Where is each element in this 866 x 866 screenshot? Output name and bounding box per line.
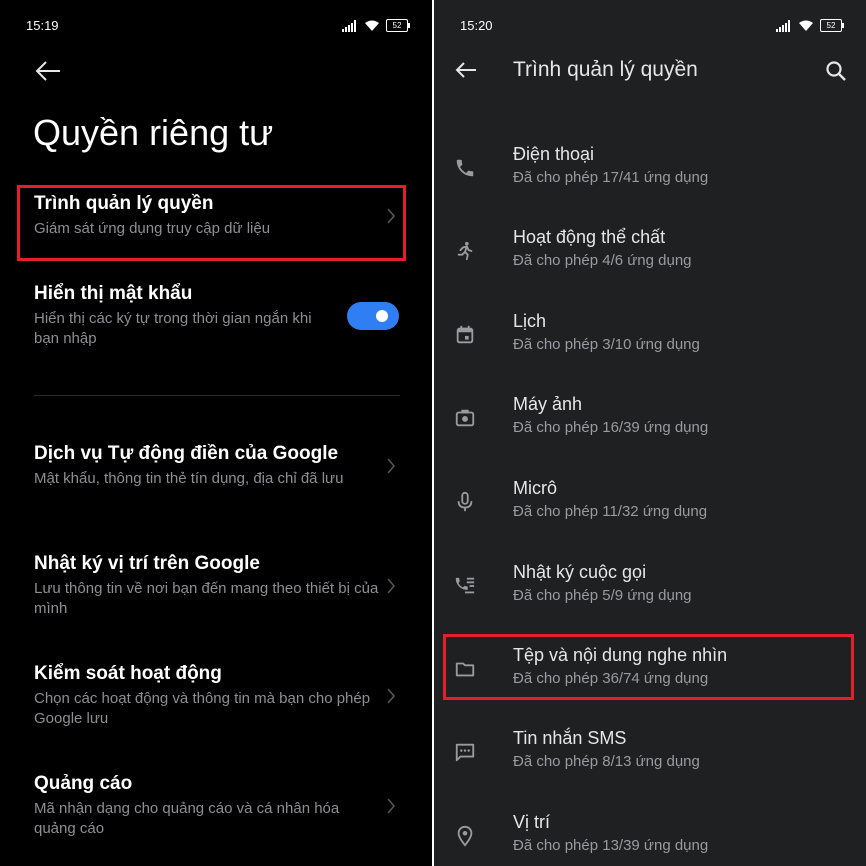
permission-phone[interactable]: Điện thoại Đã cho phép 17/41 ứng dụng bbox=[434, 143, 866, 203]
permission-call-log[interactable]: Nhật ký cuộc gọi Đã cho phép 5/9 ứng dụn… bbox=[434, 561, 866, 621]
permission-physical-activity[interactable]: Hoạt động thể chất Đã cho phép 4/6 ứng d… bbox=[434, 226, 866, 286]
battery-icon: 52 bbox=[386, 19, 410, 32]
google-autofill-item[interactable]: Dịch vụ Tự động điền của Google Mật khẩu… bbox=[34, 442, 414, 489]
permission-title: Máy ảnh bbox=[513, 394, 583, 414]
microphone-icon bbox=[457, 491, 473, 512]
item-subtitle: Chọn các hoạt động và thông tin mà bạn c… bbox=[34, 690, 371, 727]
search-button[interactable] bbox=[825, 60, 847, 82]
location-pin-icon bbox=[457, 825, 473, 847]
back-button[interactable] bbox=[33, 59, 63, 83]
status-bar: 15:19 52 bbox=[0, 18, 432, 36]
permission-subtitle: Đã cho phép 3/10 ứng dụng bbox=[513, 336, 700, 353]
permission-subtitle: Đã cho phép 5/9 ứng dụng bbox=[513, 587, 692, 604]
phone-icon bbox=[456, 159, 474, 177]
permission-subtitle: Đã cho phép 17/41 ứng dụng bbox=[513, 169, 709, 186]
status-time: 15:20 bbox=[460, 18, 493, 33]
permission-microphone[interactable]: Micrô Đã cho phép 11/32 ứng dụng bbox=[434, 477, 866, 537]
activity-controls-item[interactable]: Kiểm soát hoạt động Chọn các hoạt động v… bbox=[34, 662, 414, 729]
show-password-toggle[interactable] bbox=[347, 302, 399, 330]
wifi-icon bbox=[365, 20, 379, 31]
toggle-knob bbox=[376, 310, 388, 322]
permission-title: Hoạt động thể chất bbox=[513, 227, 666, 247]
permission-title: Vị trí bbox=[513, 812, 551, 832]
call-log-icon bbox=[455, 577, 475, 594]
permission-manager-screen: 15:20 52 Trình quản lý quyền Điện thoại … bbox=[434, 0, 866, 866]
signal-icon bbox=[342, 19, 356, 32]
permission-subtitle: Đã cho phép 16/39 ứng dụng bbox=[513, 419, 709, 436]
permission-sms[interactable]: Tin nhắn SMS Đã cho phép 8/13 ứng dụng bbox=[434, 727, 866, 787]
arrow-left-icon bbox=[455, 62, 476, 78]
chevron-right-icon bbox=[387, 797, 396, 814]
arrow-left-icon bbox=[35, 61, 60, 81]
item-subtitle: Mật khẩu, thông tin thẻ tín dụng, địa ch… bbox=[34, 470, 344, 487]
permission-title: Micrô bbox=[513, 478, 557, 498]
status-bar: 15:20 52 bbox=[434, 18, 866, 36]
page-title: Trình quản lý quyền bbox=[513, 58, 698, 81]
signal-icon bbox=[776, 19, 790, 32]
permission-title: Nhật ký cuộc gọi bbox=[513, 562, 647, 582]
item-title: Quảng cáo bbox=[34, 773, 133, 794]
item-title: Nhật ký vị trí trên Google bbox=[34, 553, 260, 574]
highlight-box bbox=[17, 185, 406, 261]
permission-title: Lịch bbox=[513, 311, 547, 331]
permission-subtitle: Đã cho phép 4/6 ứng dụng bbox=[513, 252, 692, 269]
google-location-history-item[interactable]: Nhật ký vị trí trên Google Lưu thông tin… bbox=[34, 552, 414, 619]
item-subtitle: Hiển thị các ký tự trong thời gian ngắn … bbox=[34, 310, 312, 347]
item-title: Dịch vụ Tự động điền của Google bbox=[34, 443, 339, 464]
permission-calendar[interactable]: Lịch Đã cho phép 3/10 ứng dụng bbox=[434, 310, 866, 370]
item-subtitle: Lưu thông tin về nơi bạn đến mang theo t… bbox=[34, 580, 379, 617]
running-person-icon bbox=[457, 241, 473, 261]
page-title: Quyền riêng tư bbox=[33, 112, 274, 153]
chevron-right-icon bbox=[387, 457, 396, 474]
permission-subtitle: Đã cho phép 11/32 ứng dụng bbox=[513, 503, 708, 520]
item-title: Kiểm soát hoạt động bbox=[34, 663, 222, 684]
chevron-right-icon bbox=[387, 577, 396, 594]
search-icon bbox=[826, 61, 846, 81]
status-time: 15:19 bbox=[26, 18, 59, 33]
back-button[interactable] bbox=[451, 58, 481, 82]
permission-camera[interactable]: Máy ảnh Đã cho phép 16/39 ứng dụng bbox=[434, 393, 866, 453]
highlight-box bbox=[443, 634, 854, 700]
permission-title: Tin nhắn SMS bbox=[513, 728, 627, 748]
camera-icon bbox=[455, 409, 475, 427]
permission-location[interactable]: Vị trí Đã cho phép 13/39 ứng dụng bbox=[434, 811, 866, 866]
privacy-screen: 15:19 52 Quyền riêng tư Trình quản lý qu… bbox=[0, 0, 432, 866]
calendar-icon bbox=[456, 325, 474, 344]
ads-item[interactable]: Quảng cáo Mã nhận dạng cho quảng cáo và … bbox=[34, 772, 414, 839]
chevron-right-icon bbox=[387, 687, 396, 704]
permission-subtitle: Đã cho phép 13/39 ứng dụng bbox=[513, 837, 709, 854]
permission-subtitle: Đã cho phép 8/13 ứng dụng bbox=[513, 753, 700, 770]
divider bbox=[34, 395, 400, 396]
sms-icon bbox=[455, 743, 475, 762]
battery-icon: 52 bbox=[820, 19, 844, 32]
item-subtitle: Mã nhận dạng cho quảng cáo và cá nhân hó… bbox=[34, 800, 340, 837]
wifi-icon bbox=[799, 20, 813, 31]
permission-title: Điện thoại bbox=[513, 144, 595, 164]
